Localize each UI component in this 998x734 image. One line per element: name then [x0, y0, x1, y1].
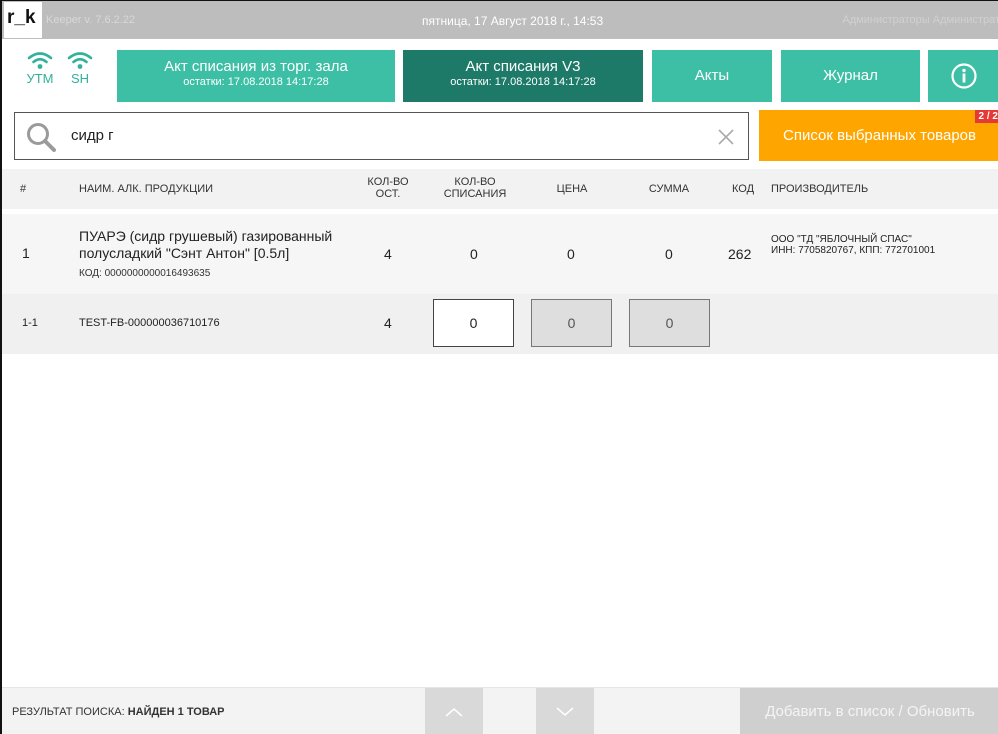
scroll-up-button[interactable]: [425, 688, 483, 734]
user-name: Администраторы Администрат: [842, 14, 998, 26]
sh-label: SH: [70, 71, 90, 86]
app-logo: r_k: [4, 2, 42, 38]
footer-bar: РЕЗУЛЬТАТ ПОИСКА: НАЙДЕН 1 ТОВАР Добавит…: [2, 687, 998, 734]
row-number: 1: [22, 245, 30, 261]
sh-status: SH: [60, 51, 100, 86]
act-v3-title: Акт списания V3: [465, 58, 581, 75]
current-datetime: пятница, 17 Август 2018 г., 14:53: [422, 14, 604, 28]
search-input[interactable]: сидр г: [71, 127, 114, 144]
info-button[interactable]: [928, 50, 998, 102]
selected-items-button[interactable]: Список выбранных товаров 2 / 2: [759, 110, 998, 161]
app-window: r_k Keeper v. 7.6.2.22 пятница, 17 Авгус…: [0, 0, 998, 734]
col-producer: ПРОИЗВОДИТЕЛЬ: [771, 183, 869, 195]
sum: 0: [665, 246, 673, 262]
producer-name: ООО "ТД "ЯБЛОЧНЫЙ СПАС": [771, 234, 912, 245]
search-result-value: НАЙДЕН 1 ТОВАР: [127, 706, 225, 718]
qty-write-off: 0: [470, 246, 478, 262]
table-header: # НАИМ. АЛК. ПРОДУКЦИИ КОЛ-ВО ОСТ. КОЛ-В…: [2, 169, 998, 209]
info-icon: [951, 63, 977, 89]
col-sum: СУММА: [648, 183, 690, 195]
selected-count-badge: 2 / 2: [974, 110, 998, 123]
acts-button[interactable]: Акты: [652, 50, 772, 102]
search-result-prefix: РЕЗУЛЬТАТ ПОИСКА:: [12, 706, 128, 718]
act-v3-subtitle: остатки: 17.08.2018 14:17:28: [450, 76, 596, 88]
app-version: Keeper v. 7.6.2.22: [46, 14, 136, 26]
journal-label: Журнал: [823, 67, 878, 84]
producer-ids: ИНН: 7705820767, КПП: 772701001: [771, 245, 936, 256]
alc-code: 262: [728, 246, 752, 262]
selected-items-label: Список выбранных товаров: [783, 127, 976, 144]
title-bar: r_k Keeper v. 7.6.2.22 пятница, 17 Авгус…: [2, 1, 998, 39]
col-num: #: [20, 183, 27, 195]
add-to-list-button[interactable]: Добавить в список / Обновить: [740, 688, 998, 734]
act-trade-hall-subtitle: остатки: 17.08.2018 14:17:28: [183, 76, 329, 88]
qty-write-off-input[interactable]: 0: [433, 299, 514, 347]
journal-button[interactable]: Журнал: [781, 50, 920, 102]
col-qty-write-off: КОЛ-ВО СПИСАНИЯ: [443, 176, 507, 200]
item-barcode: TEST-FB-000000036710176: [79, 317, 220, 329]
price: 0: [567, 246, 575, 262]
search-field[interactable]: сидр г: [14, 112, 749, 160]
product-name: ПУАРЭ (сидр грушевый) газированный полус…: [79, 228, 333, 261]
col-price: ЦЕНА: [556, 183, 588, 195]
qty-left: 4: [384, 315, 392, 331]
chevron-down-icon: [556, 707, 574, 716]
utm-label: УТМ: [26, 71, 54, 86]
table-row[interactable]: 1-1 TEST-FB-000000036710176 4 0 0 0: [2, 294, 998, 354]
scroll-down-button[interactable]: [536, 688, 594, 734]
search-result: РЕЗУЛЬТАТ ПОИСКА: НАЙДЕН 1 ТОВАР: [12, 706, 225, 718]
col-code: КОД: [731, 183, 755, 195]
table-row[interactable]: 1 ПУАРЭ (сидр грушевый) газированный пол…: [2, 214, 998, 294]
price-field: 0: [531, 299, 612, 347]
act-trade-hall-title: Акт списания из торг. зала: [164, 58, 348, 75]
search-icon: [27, 123, 56, 152]
utm-status: УТМ: [20, 51, 60, 86]
header-toolbar: УТМ SH Акт списания из торг. зала остатк…: [2, 39, 998, 109]
product-code: КОД: 0000000000016493635: [79, 268, 211, 279]
act-v3-button[interactable]: Акт списания V3 остатки: 17.08.2018 14:1…: [403, 50, 643, 102]
col-qty-left: КОЛ-ВО ОСТ.: [367, 176, 409, 200]
row-number: 1-1: [22, 317, 38, 329]
wifi-icon: [67, 52, 93, 69]
col-name: НАИМ. АЛК. ПРОДУКЦИИ: [79, 183, 214, 195]
acts-label: Акты: [694, 67, 730, 84]
close-icon[interactable]: [716, 127, 736, 147]
qty-left: 4: [384, 246, 392, 262]
chevron-up-icon: [445, 708, 463, 717]
act-trade-hall-button[interactable]: Акт списания из торг. зала остатки: 17.0…: [117, 50, 395, 102]
sum-field: 0: [629, 299, 710, 347]
wifi-icon: [27, 52, 53, 69]
